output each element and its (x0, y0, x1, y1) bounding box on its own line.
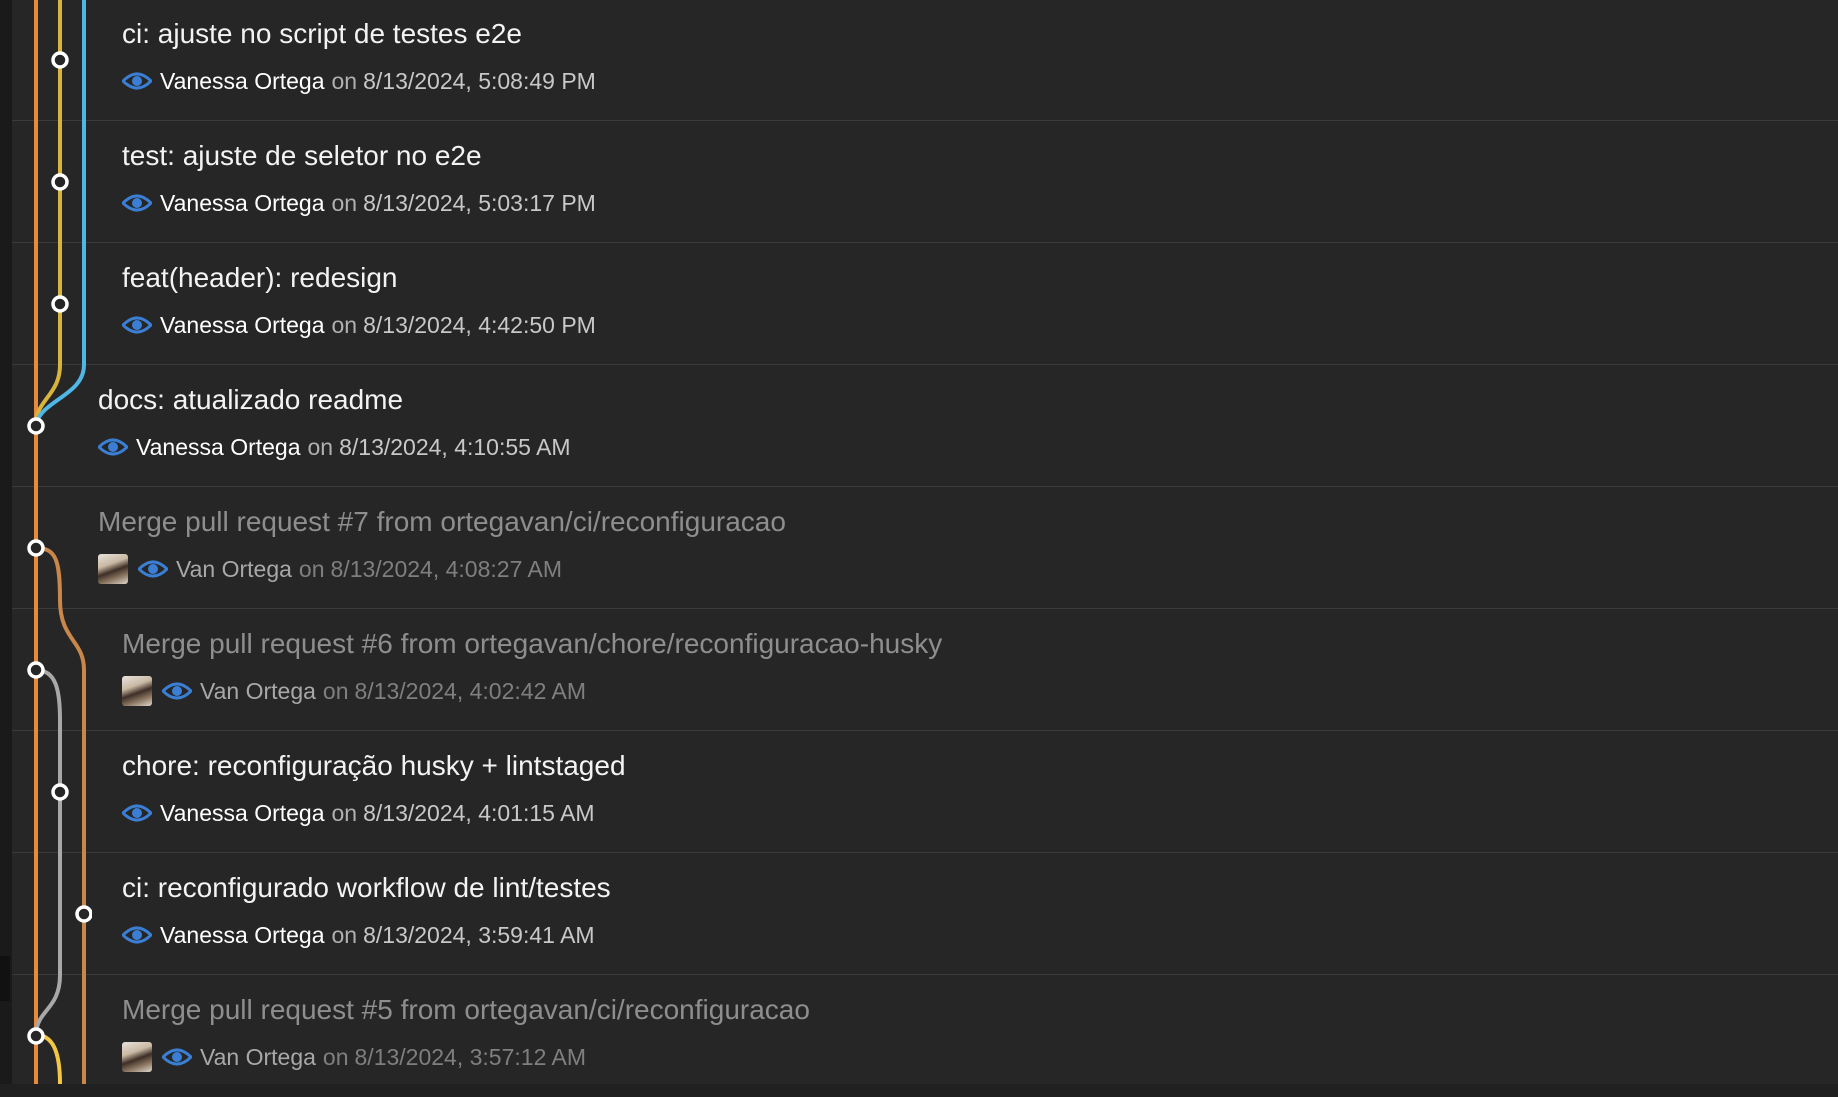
commit-node (51, 783, 69, 801)
eye-icon[interactable] (122, 924, 152, 946)
on-label: on (322, 677, 349, 704)
avatar (98, 554, 128, 584)
commit-author: Vanessa Ortega (136, 433, 301, 460)
commit-meta: Van Ortega on 8/13/2024, 4:02:42 AM (122, 676, 586, 706)
commit-author: Vanessa Ortega (160, 311, 325, 338)
commit-author: Vanessa Ortega (160, 921, 325, 948)
commit-meta: Vanessa Ortega on 8/13/2024, 4:42:50 PM (122, 310, 596, 340)
commit-date: 8/13/2024, 4:10:55 AM (339, 433, 571, 460)
commit-message: ci: ajuste no script de testes e2e (122, 18, 522, 49)
commit-meta: Vanessa Ortega on 8/13/2024, 4:01:15 AM (122, 798, 595, 828)
on-label: on (307, 433, 334, 460)
commit-node (27, 539, 45, 557)
commit-node (75, 905, 92, 923)
commit-meta: Van Ortega on 8/13/2024, 4:08:27 AM (98, 554, 562, 584)
commit-row[interactable]: Merge pull request #5 from ortegavan/ci/… (12, 976, 1838, 1097)
commit-row[interactable]: feat(header): redesign Vanessa Ortega on… (12, 244, 1838, 365)
commit-message: feat(header): redesign (122, 262, 398, 293)
commit-date: 8/13/2024, 3:57:12 AM (354, 1043, 586, 1070)
commit-date: 8/13/2024, 4:02:42 AM (354, 677, 586, 704)
commit-date: 8/13/2024, 5:03:17 PM (363, 189, 596, 216)
commit-node (27, 417, 45, 435)
on-label: on (331, 799, 358, 826)
commit-row[interactable]: test: ajuste de seletor no e2e Vanessa O… (12, 122, 1838, 243)
commit-row[interactable]: Merge pull request #7 from ortegavan/ci/… (12, 488, 1838, 609)
commit-message: Merge pull request #5 from ortegavan/ci/… (122, 994, 810, 1025)
commit-author: Van Ortega (176, 555, 292, 582)
commit-meta: Vanessa Ortega on 8/13/2024, 3:59:41 AM (122, 920, 595, 950)
avatar (122, 676, 152, 706)
commit-meta: Vanessa Ortega on 8/13/2024, 5:03:17 PM (122, 188, 596, 218)
on-label: on (298, 555, 325, 582)
commit-date: 8/13/2024, 5:08:49 PM (363, 67, 596, 94)
commit-message: Merge pull request #6 from ortegavan/cho… (122, 628, 943, 659)
commit-message: chore: reconfiguração husky + lintstaged (122, 750, 626, 781)
eye-icon[interactable] (122, 802, 152, 824)
branch-graph (27, 0, 92, 1084)
eye-icon[interactable] (162, 1046, 192, 1068)
on-label: on (331, 921, 358, 948)
eye-icon[interactable] (122, 314, 152, 336)
commit-message: docs: atualizado readme (98, 384, 404, 415)
commit-list[interactable]: ci: ajuste no script de testes e2e Vanes… (12, 0, 1838, 1084)
eye-icon[interactable] (122, 192, 152, 214)
on-label: on (331, 311, 358, 338)
commit-message: ci: reconfigurado workflow de lint/teste… (122, 872, 611, 903)
commit-node (27, 661, 45, 679)
commit-date: 8/13/2024, 4:42:50 PM (363, 311, 596, 338)
commit-row[interactable]: chore: reconfiguração husky + lintstaged… (12, 732, 1838, 853)
commit-meta: Vanessa Ortega on 8/13/2024, 4:10:55 AM (98, 432, 571, 462)
on-label: on (322, 1043, 349, 1070)
commit-row[interactable]: Merge pull request #6 from ortegavan/cho… (12, 610, 1838, 731)
commit-date: 8/13/2024, 3:59:41 AM (363, 921, 595, 948)
commit-node (51, 295, 69, 313)
commit-node (51, 173, 69, 191)
eye-icon[interactable] (122, 70, 152, 92)
commit-author: Van Ortega (200, 1043, 316, 1070)
commit-meta: Vanessa Ortega on 8/13/2024, 5:08:49 PM (122, 66, 596, 96)
commit-row[interactable]: ci: ajuste no script de testes e2e Vanes… (12, 0, 1838, 121)
commit-author: Van Ortega (200, 677, 316, 704)
commit-node (27, 1027, 45, 1045)
commit-author: Vanessa Ortega (160, 67, 325, 94)
gutter-marker (0, 956, 10, 1001)
commit-row[interactable]: docs: atualizado readme Vanessa Ortega o… (12, 366, 1838, 487)
commit-meta: Van Ortega on 8/13/2024, 3:57:12 AM (122, 1042, 586, 1072)
eye-icon[interactable] (138, 558, 168, 580)
commit-node (51, 51, 69, 69)
commit-row[interactable]: ci: reconfigurado workflow de lint/teste… (12, 854, 1838, 975)
eye-icon[interactable] (162, 680, 192, 702)
commit-author: Vanessa Ortega (160, 189, 325, 216)
eye-icon[interactable] (98, 436, 128, 458)
commit-date: 8/13/2024, 4:08:27 AM (330, 555, 562, 582)
on-label: on (331, 67, 358, 94)
graph-lane-merge-6 (34, 668, 62, 1037)
commit-author: Vanessa Ortega (160, 799, 325, 826)
commit-message: test: ajuste de seletor no e2e (122, 140, 482, 171)
commit-message: Merge pull request #7 from ortegavan/ci/… (98, 506, 786, 537)
avatar (122, 1042, 152, 1072)
commit-date: 8/13/2024, 4:01:15 AM (363, 799, 595, 826)
on-label: on (331, 189, 358, 216)
left-gutter (0, 0, 12, 1084)
